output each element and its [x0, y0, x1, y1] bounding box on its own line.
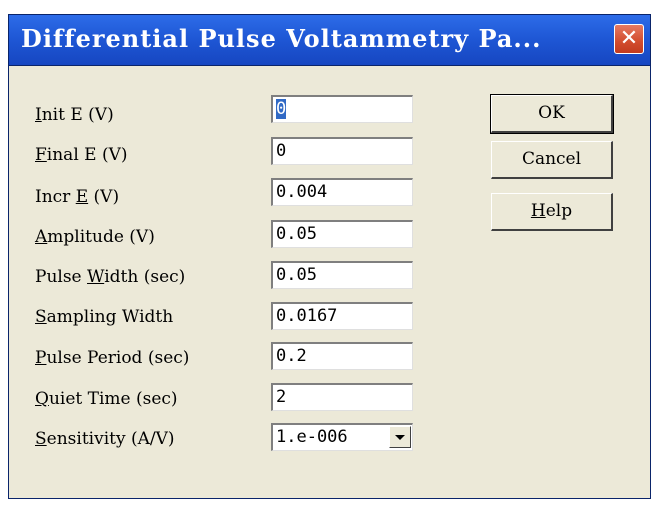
sensitivity-select[interactable]: 1.e-006	[271, 423, 413, 451]
cancel-button[interactable]: Cancel	[491, 141, 613, 179]
sampling-width-label: Sampling Width	[35, 307, 174, 327]
quiet-time-input[interactable]: 2	[271, 383, 413, 411]
init-e-input[interactable]: 0	[271, 95, 413, 123]
pulse-period-input[interactable]: 0.2	[271, 342, 413, 370]
pulse-width-label: Pulse Width (sec)	[35, 267, 186, 287]
dpv-parameters-dialog: Differential Pulse Voltammetry Pa... ✕ I…	[8, 14, 651, 499]
quiet-time-label: Quiet Time (sec)	[35, 389, 178, 409]
chevron-down-icon[interactable]	[389, 426, 411, 448]
title-bar[interactable]: Differential Pulse Voltammetry Pa... ✕	[9, 15, 650, 66]
ok-button[interactable]: OK	[490, 94, 614, 134]
final-e-input[interactable]: 0	[271, 137, 413, 165]
final-e-label: Final E (V)	[35, 145, 128, 165]
pulse-period-label: Pulse Period (sec)	[35, 348, 190, 368]
pulse-width-input[interactable]: 0.05	[271, 261, 413, 289]
close-icon[interactable]: ✕	[614, 24, 644, 54]
sampling-width-input[interactable]: 0.0167	[271, 302, 413, 330]
amplitude-input[interactable]: 0.05	[271, 220, 413, 248]
sensitivity-value: 1.e-006	[276, 427, 348, 447]
amplitude-label: Amplitude (V)	[35, 227, 155, 247]
sensitivity-label: Sensitivity (A/V)	[35, 429, 175, 449]
incr-e-label: Incr E (V)	[35, 187, 120, 207]
incr-e-input[interactable]: 0.004	[271, 178, 413, 206]
window-title: Differential Pulse Voltammetry Pa...	[21, 24, 542, 53]
init-e-label: Init E (V)	[35, 105, 114, 125]
help-button[interactable]: Help	[491, 193, 613, 231]
